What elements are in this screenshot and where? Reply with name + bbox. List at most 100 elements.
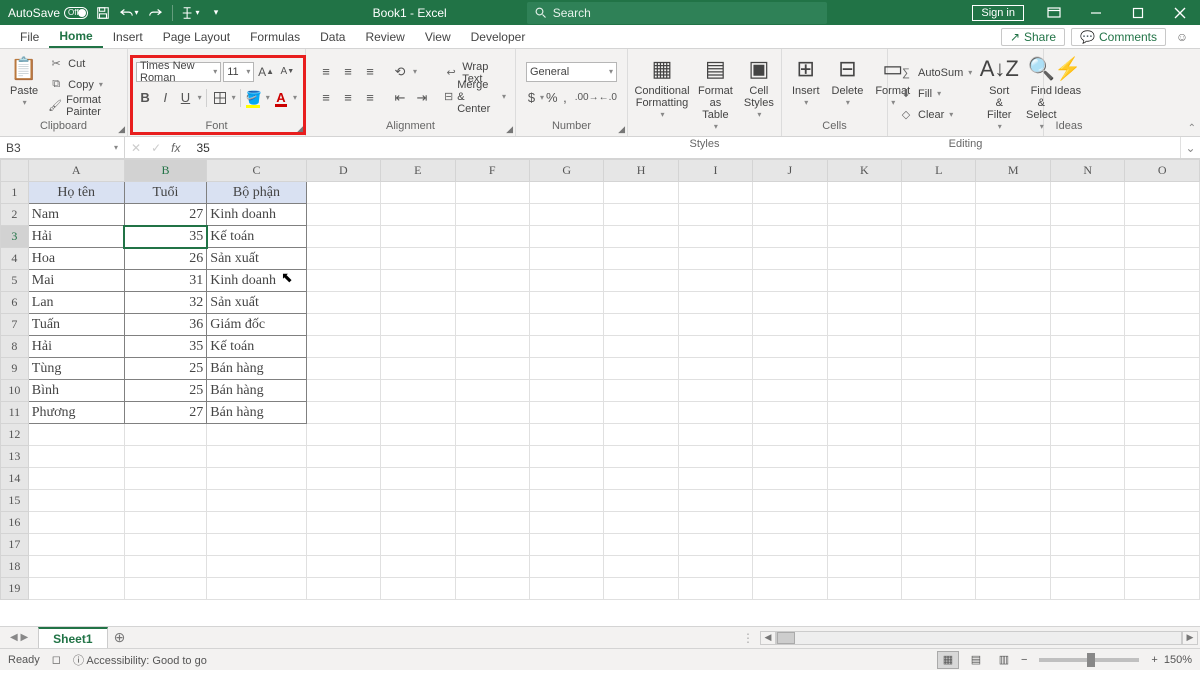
cell-L9[interactable] — [902, 358, 976, 380]
increase-decimal-button[interactable]: .00→ — [577, 88, 597, 108]
delete-cells-button[interactable]: ⊟Delete▾ — [826, 53, 870, 116]
cell-J1[interactable] — [753, 182, 827, 204]
cell-E1[interactable] — [381, 182, 455, 204]
maximize-button[interactable] — [1118, 0, 1158, 25]
cell-C9[interactable]: Bán hàng — [207, 358, 306, 380]
cell-B1[interactable]: Tuổi — [124, 182, 207, 204]
cell-O12[interactable] — [1125, 424, 1200, 446]
cell-E19[interactable] — [381, 578, 455, 600]
cell-C15[interactable] — [207, 490, 306, 512]
cell-D12[interactable] — [306, 424, 380, 446]
cell-M11[interactable] — [976, 402, 1051, 424]
cell-H15[interactable] — [604, 490, 678, 512]
cell-K3[interactable] — [827, 226, 901, 248]
col-header-L[interactable]: L — [902, 160, 976, 182]
cell-K13[interactable] — [827, 446, 901, 468]
cell-F17[interactable] — [455, 534, 529, 556]
cell-H3[interactable] — [604, 226, 678, 248]
cell-N13[interactable] — [1050, 446, 1124, 468]
comments-button[interactable]: 💬Comments — [1071, 28, 1166, 46]
cell-K19[interactable] — [827, 578, 901, 600]
cell-A6[interactable]: Lan — [28, 292, 124, 314]
cell-K2[interactable] — [827, 204, 901, 226]
italic-button[interactable]: I — [156, 88, 174, 108]
cell-H12[interactable] — [604, 424, 678, 446]
cell-O7[interactable] — [1125, 314, 1200, 336]
cell-I9[interactable] — [678, 358, 752, 380]
cell-N19[interactable] — [1050, 578, 1124, 600]
cell-I5[interactable] — [678, 270, 752, 292]
feedback-icon[interactable]: ☺ — [1172, 27, 1192, 47]
new-sheet-button[interactable]: ⊕ — [108, 627, 132, 648]
paste-button[interactable]: 📋 Paste ▾ — [4, 53, 44, 116]
cell-C8[interactable]: Kế toán — [207, 336, 306, 358]
cell-H17[interactable] — [604, 534, 678, 556]
cell-G10[interactable] — [529, 380, 603, 402]
cell-A19[interactable] — [28, 578, 124, 600]
cell-F6[interactable] — [455, 292, 529, 314]
underline-button[interactable]: U — [176, 88, 194, 108]
cell-G1[interactable] — [529, 182, 603, 204]
row-header-5[interactable]: 5 — [1, 270, 29, 292]
cell-K14[interactable] — [827, 468, 901, 490]
cell-O15[interactable] — [1125, 490, 1200, 512]
row-header-19[interactable]: 19 — [1, 578, 29, 600]
cell-D13[interactable] — [306, 446, 380, 468]
cell-J12[interactable] — [753, 424, 827, 446]
row-header-4[interactable]: 4 — [1, 248, 29, 270]
cell-D16[interactable] — [306, 512, 380, 534]
decrease-decimal-button[interactable]: ←.0 — [599, 88, 617, 108]
row-header-1[interactable]: 1 — [1, 182, 29, 204]
select-all-corner[interactable] — [1, 160, 29, 182]
cell-J10[interactable] — [753, 380, 827, 402]
ribbon-display-icon[interactable] — [1034, 0, 1074, 25]
cell-N9[interactable] — [1050, 358, 1124, 380]
cell-E5[interactable] — [381, 270, 455, 292]
cell-F11[interactable] — [455, 402, 529, 424]
cancel-icon[interactable]: ✕ — [131, 141, 141, 155]
cell-D18[interactable] — [306, 556, 380, 578]
cell-I13[interactable] — [678, 446, 752, 468]
dialog-launcher-icon[interactable]: ◢ — [506, 124, 513, 135]
cell-M8[interactable] — [976, 336, 1051, 358]
autosum-button[interactable]: ∑AutoSum▾ — [896, 63, 974, 83]
cell-G18[interactable] — [529, 556, 603, 578]
cell-L4[interactable] — [902, 248, 976, 270]
format-painter-button[interactable]: 🖌Format Painter — [46, 96, 123, 116]
cell-J18[interactable] — [753, 556, 827, 578]
dialog-launcher-icon[interactable]: ◢ — [118, 124, 125, 135]
cell-F13[interactable] — [455, 446, 529, 468]
cell-K8[interactable] — [827, 336, 901, 358]
cell-H4[interactable] — [604, 248, 678, 270]
sheet-tab-active[interactable]: Sheet1 — [38, 627, 107, 648]
cell-A18[interactable] — [28, 556, 124, 578]
decrease-indent-button[interactable]: ⇤ — [390, 88, 410, 108]
merge-center-button[interactable]: ⊟Merge & Center▾ — [442, 87, 508, 107]
cell-L15[interactable] — [902, 490, 976, 512]
cell-I3[interactable] — [678, 226, 752, 248]
row-header-16[interactable]: 16 — [1, 512, 29, 534]
cell-D19[interactable] — [306, 578, 380, 600]
align-middle-button[interactable]: ≡ — [338, 62, 358, 82]
cell-H19[interactable] — [604, 578, 678, 600]
cell-H1[interactable] — [604, 182, 678, 204]
align-center-button[interactable]: ≡ — [338, 88, 358, 108]
cell-L13[interactable] — [902, 446, 976, 468]
font-name-combo[interactable]: Times New Roman▾ — [136, 62, 221, 82]
cell-B4[interactable]: 26 — [124, 248, 207, 270]
cell-M16[interactable] — [976, 512, 1051, 534]
row-header-9[interactable]: 9 — [1, 358, 29, 380]
cell-A11[interactable]: Phương — [28, 402, 124, 424]
cell-B3[interactable]: 35 — [124, 226, 207, 248]
cell-O17[interactable] — [1125, 534, 1200, 556]
save-icon[interactable] — [92, 2, 114, 24]
cell-G5[interactable] — [529, 270, 603, 292]
row-header-8[interactable]: 8 — [1, 336, 29, 358]
cell-A4[interactable]: Hoa — [28, 248, 124, 270]
cell-N18[interactable] — [1050, 556, 1124, 578]
col-header-J[interactable]: J — [753, 160, 827, 182]
cell-A8[interactable]: Hải — [28, 336, 124, 358]
sign-in-button[interactable]: Sign in — [972, 5, 1024, 21]
zoom-level[interactable]: 150% — [1164, 654, 1192, 666]
cell-N6[interactable] — [1050, 292, 1124, 314]
